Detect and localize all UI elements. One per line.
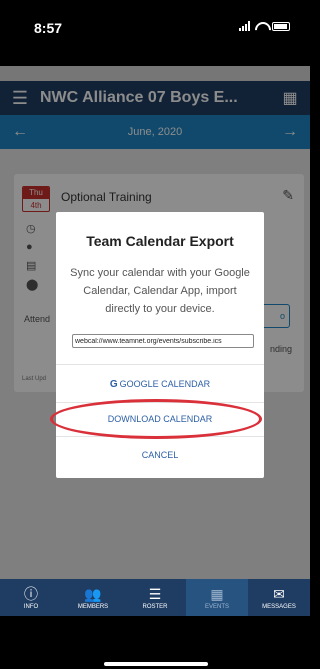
info-icon: ⓘ <box>24 585 38 602</box>
envelope-icon: ✉ <box>273 585 285 602</box>
battery-icon <box>272 21 290 31</box>
home-indicator[interactable] <box>104 662 208 666</box>
dialog-description: Sync your calendar with your Google Cale… <box>70 267 250 315</box>
cancel-label: CANCEL <box>141 450 179 460</box>
calendar-icon: ▦ <box>210 585 224 602</box>
roster-icon: ☰ <box>148 585 162 602</box>
tab-members[interactable]: 👥 MEMBERS <box>62 579 124 616</box>
status-time: 8:57 <box>34 20 63 36</box>
google-calendar-button[interactable]: G GOOGLE CALENDAR <box>56 369 264 399</box>
cancel-button[interactable]: CANCEL <box>56 440 264 470</box>
wifi-icon <box>255 22 267 31</box>
google-calendar-label: GOOGLE CALENDAR <box>119 379 211 389</box>
tab-events[interactable]: ▦ EVENTS <box>186 579 248 616</box>
tab-label: MEMBERS <box>77 603 109 610</box>
status-bar: 8:57 <box>0 0 310 66</box>
tab-label: EVENTS <box>204 603 229 610</box>
google-icon: G <box>109 378 118 390</box>
tab-messages[interactable]: ✉ MESSAGES <box>248 579 310 616</box>
dialog-title: Team Calendar Export <box>86 233 234 249</box>
bottom-tab-bar: ⓘ INFO 👥 MEMBERS ☰ ROSTER ▦ EVENTS ✉ MES… <box>0 579 310 616</box>
tab-label: ROSTER <box>142 603 168 610</box>
signal-icon <box>239 21 250 31</box>
members-icon: 👥 <box>84 585 102 602</box>
tab-roster[interactable]: ☰ ROSTER <box>124 579 186 616</box>
divider <box>56 364 264 365</box>
status-icons <box>239 21 290 31</box>
tab-label: INFO <box>23 603 39 610</box>
tab-info[interactable]: ⓘ INFO <box>0 579 62 616</box>
tab-label: MESSAGES <box>262 603 296 610</box>
highlight-ellipse <box>50 399 262 439</box>
subscribe-url-field[interactable] <box>72 334 254 348</box>
